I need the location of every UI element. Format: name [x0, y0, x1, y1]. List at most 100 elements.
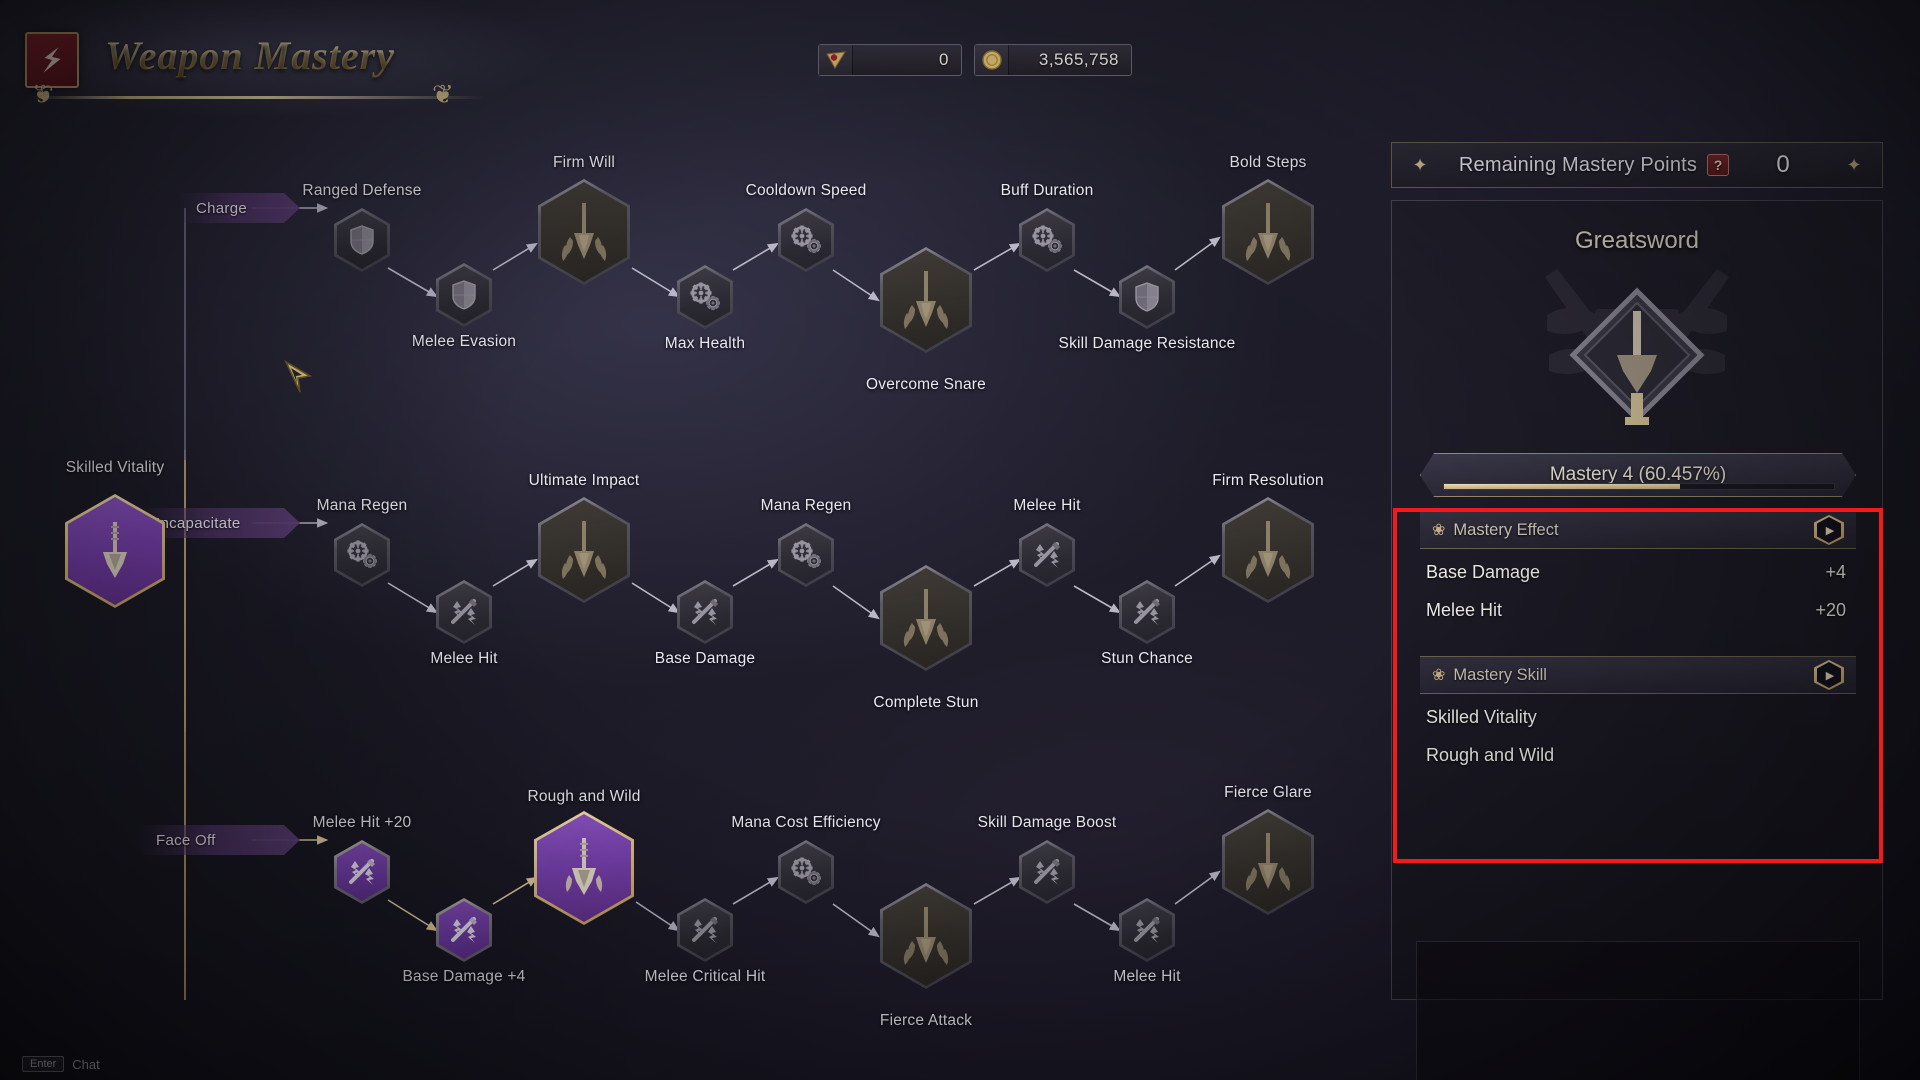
node-hex [1119, 580, 1175, 644]
node-hex [778, 208, 834, 272]
node-hex [436, 898, 492, 962]
weapon-detail-panel: Greatsword Mastery 4 (60.457%) ❀ Mastery… [1391, 200, 1883, 1080]
node-hex [1119, 898, 1175, 962]
remaining-mastery-points-bar: ✦ Remaining Mastery Points ? 0 ✦ [1391, 142, 1883, 188]
node-hex-inner [439, 901, 489, 959]
node-hex-inner [1225, 182, 1311, 282]
sword-laurel-icon [903, 907, 949, 965]
node-hex [334, 523, 390, 587]
node-hex-inner [883, 250, 969, 350]
melee-hit-icon [451, 599, 477, 625]
node-hex [538, 179, 630, 285]
chat-hint[interactable]: Enter Chat [22, 1056, 100, 1072]
panel-empty-area [1416, 941, 1860, 1080]
title-divider [30, 96, 485, 99]
tree-node-label: Ranged Defense [302, 182, 422, 199]
node-hex [1222, 179, 1314, 285]
node-hex [436, 580, 492, 644]
node-hex-inner [541, 182, 627, 282]
fleur-de-lis-icon: ❀ [1432, 667, 1446, 684]
gear-icon [791, 225, 821, 253]
tree-node-label: Mana Cost Efficiency [731, 814, 881, 831]
node-hex-inner [1022, 526, 1072, 584]
page-header: Weapon Mastery ❦ ❦ [0, 0, 760, 116]
help-icon[interactable]: ? [1707, 154, 1730, 176]
node-hex [534, 811, 634, 925]
node-hex-inner [883, 568, 969, 668]
node-hex-inner [1122, 583, 1172, 641]
tree-node-label: Complete Stun [873, 694, 979, 711]
tree-node-label: Melee Hit [430, 650, 498, 667]
node-hex [880, 247, 972, 353]
stat-label: Base Damage [1426, 561, 1541, 582]
fleur-de-lis-icon: ❀ [1432, 522, 1446, 539]
gold-coin-icon [975, 45, 1009, 75]
tree-node-label: Skill Damage Boost [977, 814, 1117, 831]
page-title: Weapon Mastery [105, 33, 395, 78]
section-header-mastery-skill: ❀ Mastery Skill ▶ [1420, 656, 1856, 694]
expand-mastery-effect-button[interactable]: ▶ [1814, 515, 1844, 545]
remaining-mastery-points-label: Remaining Mastery Points [1458, 153, 1698, 176]
section-title-mastery-skill: Mastery Skill [1453, 665, 1547, 684]
diamond-ornament-left-icon: ✦ [1412, 154, 1428, 175]
greatsword-icon [565, 838, 603, 895]
sword-laurel-icon [903, 589, 949, 647]
weapon-mastery-screen: Weapon Mastery ❦ ❦ 0 3,565,758 Charge In… [0, 0, 1920, 1080]
node-hex-inner [337, 211, 387, 269]
greatsword-emblem-icon [1545, 269, 1729, 425]
node-hex-inner [1122, 901, 1172, 959]
node-hex-inner [680, 583, 730, 641]
currency-bar: 0 3,565,758 [818, 44, 1132, 76]
currency-mastery-token-value: 0 [939, 50, 949, 69]
section-title-mastery-effect: Mastery Effect [1453, 520, 1559, 539]
node-hex [1222, 809, 1314, 915]
node-hex-inner [337, 843, 387, 901]
tree-node-label: Cooldown Speed [745, 182, 867, 199]
chat-hint-label: Chat [72, 1056, 100, 1072]
skill-row-rough-and-wild[interactable]: Rough and Wild [1422, 739, 1854, 771]
gear-icon [347, 540, 377, 568]
branch-tab-face-off[interactable]: Face Off [140, 825, 300, 855]
melee-hit-icon [1034, 542, 1060, 568]
melee-hit-icon [1134, 599, 1160, 625]
node-hex-inner [541, 500, 627, 600]
chat-key-label: Enter [22, 1056, 65, 1072]
node-hex [334, 208, 390, 272]
shield-icon [350, 225, 374, 255]
stat-label: Melee Hit [1426, 599, 1503, 620]
tree-node-label: Melee Evasion [411, 333, 517, 350]
node-hex-inner [337, 526, 387, 584]
mouse-cursor-icon [284, 360, 313, 393]
diamond-ornament-right-icon: ✦ [1846, 154, 1862, 175]
tree-node-label: Mana Regen [316, 497, 408, 514]
skill-row-skilled-vitality[interactable]: Skilled Vitality [1422, 701, 1854, 733]
flourish-left-icon: ❦ [32, 79, 54, 109]
tree-node-label: Stun Chance [1101, 650, 1193, 667]
node-hex-inner [680, 268, 730, 326]
remaining-mastery-points-value: 0 [1776, 151, 1790, 178]
stat-value: +20 [1815, 599, 1846, 620]
tree-node-skilled-vitality-label: Skilled Vitality [65, 459, 165, 476]
stat-value: +4 [1825, 561, 1846, 582]
tree-node-label: Firm Will [552, 154, 616, 171]
currency-gold[interactable]: 3,565,758 [974, 44, 1132, 76]
tree-node-label: Bold Steps [1229, 154, 1307, 171]
sword-laurel-icon [1245, 203, 1291, 261]
tree-node-label: Skill Damage Resistance [1058, 335, 1236, 352]
melee-hit-icon [692, 599, 718, 625]
gear-icon [791, 540, 821, 568]
tree-node-label: Fierce Attack [879, 1012, 973, 1029]
expand-mastery-skill-button[interactable]: ▶ [1814, 660, 1844, 690]
node-hex [677, 898, 733, 962]
currency-mastery-token[interactable]: 0 [818, 44, 962, 76]
melee-hit-icon [451, 917, 477, 943]
node-hex [1019, 523, 1075, 587]
node-hex-inner [781, 211, 831, 269]
gear-icon [1032, 225, 1062, 253]
currency-gold-value: 3,565,758 [1038, 50, 1119, 69]
node-hex-inner [439, 266, 489, 324]
branch-tab-charge[interactable]: Charge [180, 193, 300, 223]
tree-node-label: Mana Regen [760, 497, 852, 514]
tree-node-label: Base Damage +4 [402, 968, 526, 985]
node-hex [1019, 208, 1075, 272]
